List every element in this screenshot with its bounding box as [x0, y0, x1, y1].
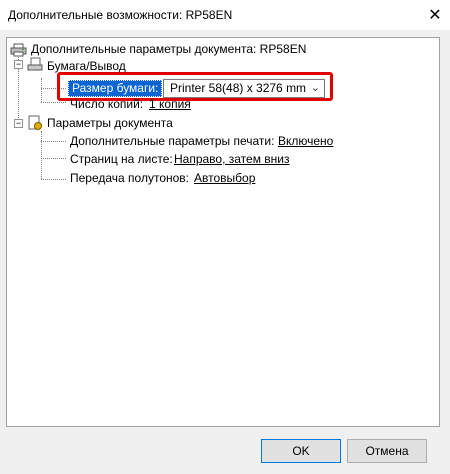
- close-icon: ✕: [428, 7, 442, 24]
- advanced-print-label: Дополнительные параметры печати:: [70, 134, 275, 148]
- tree-line: [41, 131, 42, 179]
- tree-line: [41, 78, 42, 102]
- tree-root-label: Дополнительные параметры документа: RP58…: [31, 42, 307, 56]
- options-tree-panel: Дополнительные параметры документа: RP58…: [6, 37, 440, 427]
- close-button[interactable]: ✕: [420, 0, 450, 30]
- paper-tray-icon: [27, 57, 43, 71]
- tree-line: [41, 179, 66, 180]
- paper-output-node[interactable]: Бумага/Вывод: [47, 59, 126, 73]
- advanced-print-value-link[interactable]: Включено: [278, 134, 333, 148]
- tree-line: [41, 102, 66, 103]
- halftone-value-link[interactable]: Автовыбор: [194, 171, 255, 185]
- ok-button[interactable]: OK: [261, 439, 341, 463]
- tree-line: [41, 158, 66, 159]
- paper-output-collapse-toggle[interactable]: −: [14, 60, 23, 69]
- halftone-label: Передача полутонов:: [70, 171, 190, 185]
- tree-line: [41, 141, 66, 142]
- document-params-node[interactable]: Параметры документа: [47, 116, 173, 130]
- document-settings-icon: [28, 115, 42, 130]
- copies-value-link[interactable]: 1 копия: [149, 97, 191, 111]
- copies-label: Число копий:: [70, 97, 144, 111]
- title-bar: Дополнительные возможности: RP58EN ✕: [0, 0, 450, 30]
- document-params-collapse-toggle[interactable]: −: [14, 119, 23, 128]
- pages-per-sheet-value-link[interactable]: Направо, затем вниз: [174, 152, 290, 166]
- window-title: Дополнительные возможности: RP58EN: [8, 8, 233, 22]
- printer-icon: [10, 43, 27, 57]
- cancel-button[interactable]: Отмена: [347, 439, 427, 463]
- pages-per-sheet-label: Страниц на листе:: [70, 152, 173, 166]
